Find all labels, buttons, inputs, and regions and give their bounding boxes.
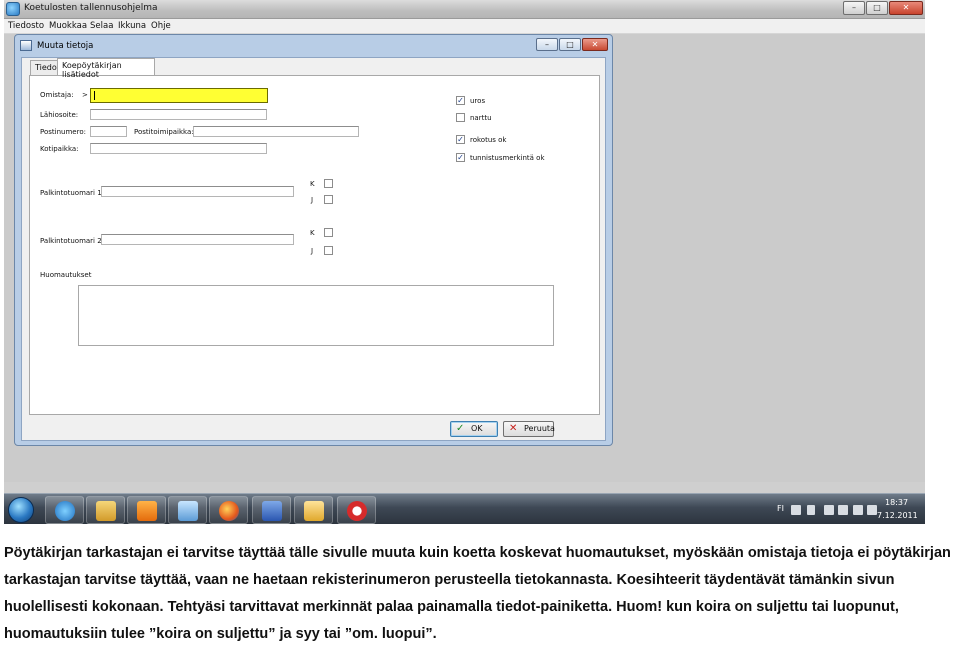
menu-selaa[interactable]: Selaa — [90, 21, 113, 31]
text-caret — [94, 91, 95, 100]
child-close-button[interactable]: ✕ — [582, 38, 608, 51]
network-icon[interactable] — [853, 505, 863, 515]
app-icon — [6, 2, 20, 16]
edit-window-title: Muuta tietoja — [37, 41, 94, 51]
omistaja-input[interactable] — [90, 88, 268, 103]
uros-checkbox[interactable]: ✓ — [456, 96, 465, 105]
taskbar-koetulosten[interactable] — [337, 496, 376, 524]
instruction-text: Pöytäkirjan tarkastajan ei tarvitse täyt… — [4, 545, 951, 642]
mail-icon — [304, 501, 324, 521]
volume-icon[interactable] — [867, 505, 877, 515]
kotipaikka-label: Kotipaikka: — [40, 145, 79, 153]
taskbar-word[interactable] — [252, 496, 291, 524]
arrow-up-icon[interactable] — [807, 505, 815, 515]
judge2-j-checkbox[interactable] — [324, 246, 333, 255]
menu-ohje[interactable]: Ohje — [151, 21, 171, 31]
menubar: Tiedosto Muokkaa Selaa Ikkuna Ohje — [4, 19, 925, 34]
child-maximize-button[interactable]: □ — [559, 38, 581, 51]
child-minimize-button[interactable]: – — [536, 38, 558, 51]
lahiosoite-label: Lähiosoite: — [40, 111, 79, 119]
huomautukset-label: Huomautukset — [40, 271, 92, 279]
start-button[interactable] — [8, 497, 34, 523]
judge2-k-label: K — [310, 229, 315, 237]
rokotus-ok-checkbox[interactable]: ✓ — [456, 135, 465, 144]
omistaja-label: Omistaja: — [40, 91, 74, 99]
app-title: Koetulosten tallennusohjelma — [24, 3, 158, 13]
clock-date[interactable]: 7.12.2011 — [877, 511, 918, 520]
record-marker: > — [82, 91, 88, 99]
tab-tiedot[interactable]: Tiedot — [30, 60, 60, 75]
taskbar-media-player[interactable] — [127, 496, 166, 524]
palkintotuomari-1-input[interactable] — [101, 186, 294, 197]
maximize-button[interactable]: □ — [866, 1, 888, 15]
usb-icon[interactable] — [824, 505, 834, 515]
firefox-icon — [219, 501, 239, 521]
tab-panel: Omistaja: > Lähiosoite: Postinumero: Pos… — [29, 75, 600, 415]
clock-time[interactable]: 18:37 — [885, 498, 908, 507]
judge1-k-checkbox[interactable] — [324, 179, 333, 188]
uros-label: uros — [470, 97, 486, 105]
narttu-checkbox[interactable] — [456, 113, 465, 122]
menu-ikkuna[interactable]: Ikkuna — [118, 21, 146, 31]
window-controls: – □ ✕ — [843, 1, 923, 15]
keyboard-icon[interactable] — [791, 505, 801, 515]
judge2-k-checkbox[interactable] — [324, 228, 333, 237]
cancel-button[interactable]: ✕ Peruuta — [503, 421, 555, 437]
internet-explorer-icon — [55, 501, 75, 521]
palkintotuomari-1-label: Palkintotuomari 1: — [40, 189, 105, 197]
ok-button-label: OK — [471, 424, 483, 433]
palkintotuomari-2-input[interactable] — [101, 234, 294, 245]
rokotus-ok-label: rokotus ok — [470, 136, 507, 144]
taskbar-firefox[interactable] — [209, 496, 248, 524]
edit-window: Muuta tietoja – □ ✕ Tiedot Koepöytäkirja… — [14, 34, 613, 446]
huomautukset-textarea[interactable] — [78, 285, 554, 346]
app-taskbar-icon — [347, 501, 367, 521]
tunnistusmerkinta-ok-label: tunnistusmerkintä ok — [470, 154, 545, 162]
taskbar-outlook[interactable] — [294, 496, 333, 524]
cross-icon: ✕ — [509, 423, 518, 434]
signal-icon[interactable] — [838, 505, 848, 515]
taskbar-explorer[interactable] — [86, 496, 125, 524]
cancel-button-label: Peruuta — [524, 424, 555, 433]
kotipaikka-input[interactable] — [90, 143, 267, 154]
word-icon — [262, 501, 282, 521]
tab-koepoytakirjan-lisatiedot[interactable]: Koepöytäkirjan lisätiedot — [57, 58, 155, 79]
narttu-label: narttu — [470, 114, 492, 122]
taskbar-ie[interactable] — [45, 496, 84, 524]
desktop-screen: Koetulosten tallennusohjelma – □ ✕ Tiedo… — [4, 0, 925, 524]
folder-icon — [96, 501, 116, 521]
edit-window-titlebar[interactable]: Muuta tietoja – □ ✕ — [15, 35, 612, 57]
lahiosoite-input[interactable] — [90, 109, 267, 120]
minimize-button[interactable]: – — [843, 1, 865, 15]
checkmark-icon: ✓ — [456, 423, 465, 434]
postinumero-label: Postinumero: — [40, 128, 86, 136]
media-player-icon — [137, 501, 157, 521]
tool-icon — [178, 501, 198, 521]
close-button[interactable]: ✕ — [889, 1, 923, 15]
judge1-j-label: J — [311, 196, 314, 204]
postinumero-input[interactable] — [90, 126, 127, 137]
ok-button[interactable]: ✓ OK — [450, 421, 498, 437]
judge2-j-label: J — [311, 247, 314, 255]
judge1-k-label: K — [310, 180, 315, 188]
window-icon — [20, 40, 32, 51]
language-indicator[interactable]: FI — [777, 504, 784, 513]
postitoimipaikka-input[interactable] — [193, 126, 359, 137]
taskbar-app-4[interactable] — [168, 496, 207, 524]
tunnistusmerkinta-ok-checkbox[interactable]: ✓ — [456, 153, 465, 162]
edit-window-client: Tiedot Koepöytäkirjan lisätiedot Omistaj… — [21, 57, 606, 441]
edit-window-controls: – □ ✕ — [536, 38, 608, 51]
app-titlebar: Koetulosten tallennusohjelma – □ ✕ — [4, 0, 925, 19]
judge1-j-checkbox[interactable] — [324, 195, 333, 204]
menu-muokkaa[interactable]: Muokkaa — [49, 21, 87, 31]
menu-tiedosto[interactable]: Tiedosto — [8, 21, 44, 31]
palkintotuomari-2-label: Palkintotuomari 2: — [40, 237, 105, 245]
postitoimipaikka-label: Postitoimipaikka: — [134, 128, 194, 136]
taskbar: FI 18:37 7.12.2011 — [4, 493, 925, 524]
mdi-workspace: Muuta tietoja – □ ✕ Tiedot Koepöytäkirja… — [4, 34, 925, 482]
